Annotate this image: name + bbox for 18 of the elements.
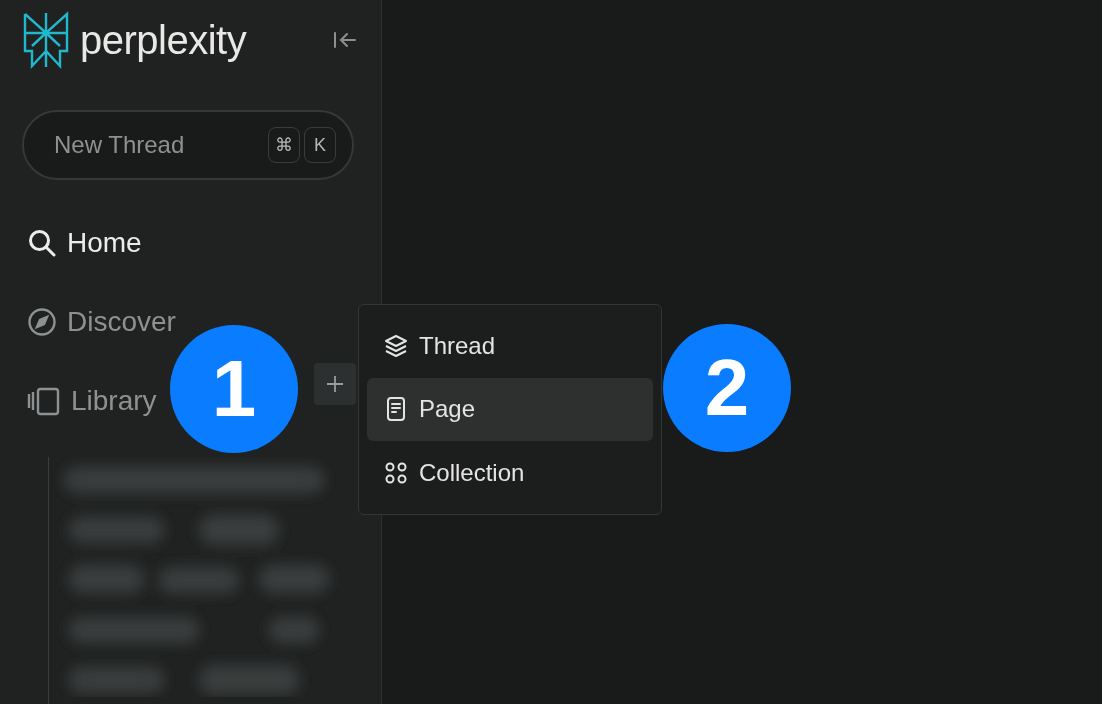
logo-icon: [22, 11, 70, 69]
new-thread-button[interactable]: New Thread ⌘ K: [22, 110, 354, 180]
library-icon: [27, 385, 61, 416]
keyboard-key: K: [304, 127, 336, 163]
search-icon: [27, 227, 57, 258]
menu-item[interactable]: Page: [367, 378, 653, 441]
menu-item[interactable]: Collection: [367, 441, 653, 504]
nav-item[interactable]: Home: [27, 218, 142, 267]
layers-icon: [383, 333, 409, 360]
collapse-sidebar-icon[interactable]: [333, 30, 357, 50]
add-button[interactable]: [314, 363, 356, 405]
nav-item[interactable]: Library: [27, 376, 157, 425]
plus-icon: [326, 375, 344, 393]
keyboard-key: ⌘: [268, 127, 300, 163]
step-number: 2: [663, 324, 791, 452]
compass-icon: [27, 306, 57, 337]
menu-item[interactable]: Thread: [367, 315, 653, 378]
brand-name: perplexity: [80, 17, 247, 63]
